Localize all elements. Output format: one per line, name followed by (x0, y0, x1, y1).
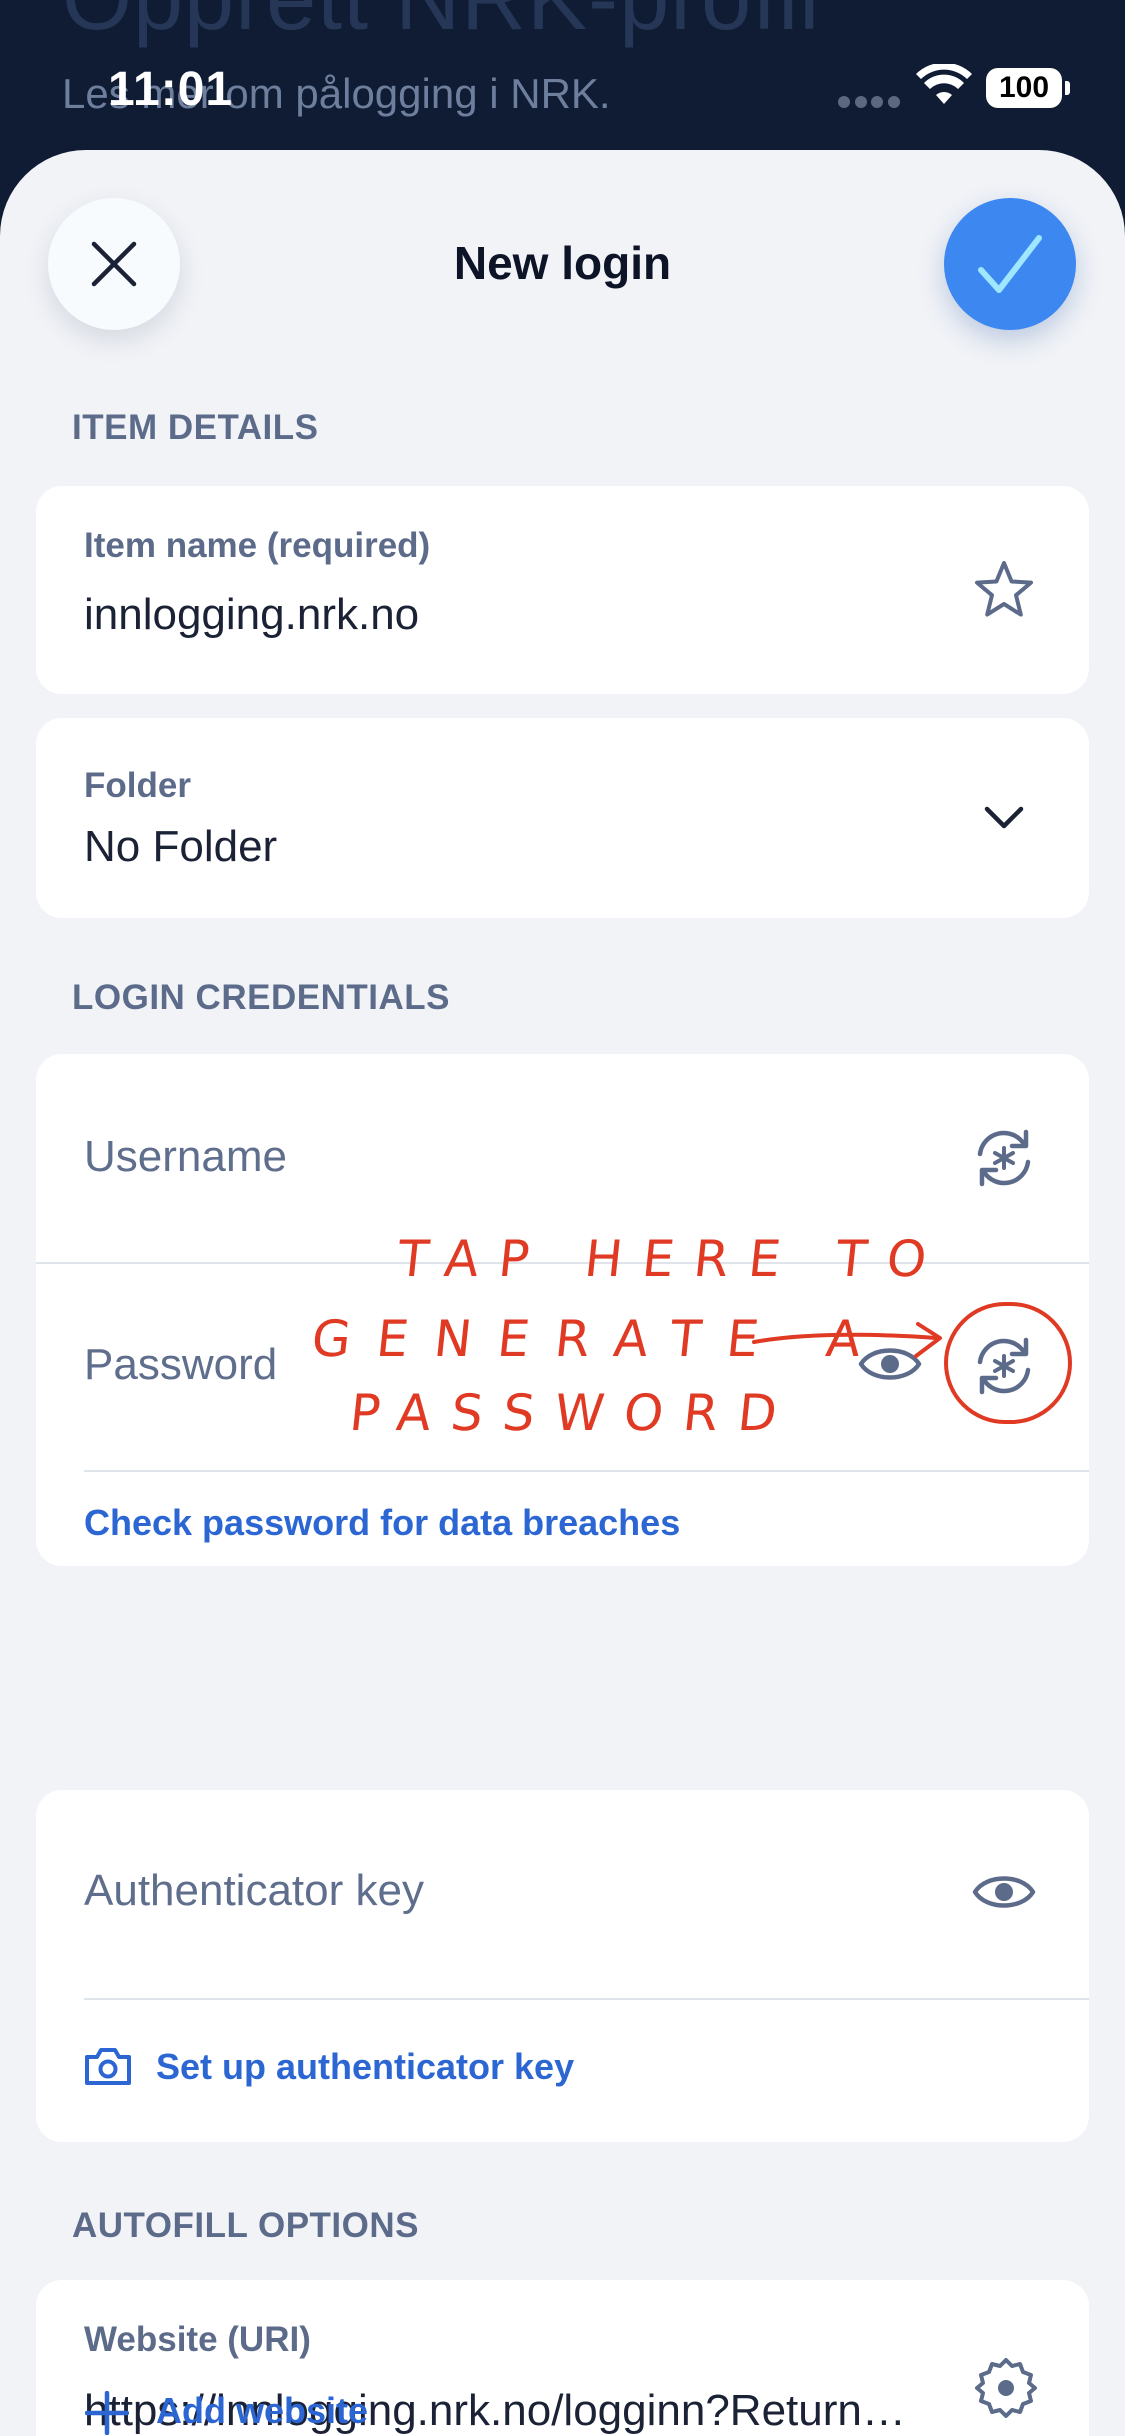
generate-username-icon[interactable] (964, 1118, 1044, 1198)
folder-value: No Folder (84, 822, 278, 871)
divider (84, 1470, 1089, 1472)
annotation-arrow (752, 1322, 942, 1358)
chevron-down-icon (976, 790, 1032, 846)
save-button[interactable] (944, 198, 1076, 330)
new-login-sheet: New login ITEM DETAILS Item name (requir… (0, 150, 1125, 2436)
checkmark-icon (978, 235, 1042, 293)
check-password-breaches-link[interactable]: Check password for data breaches (84, 1502, 680, 1544)
section-header-item-details: ITEM DETAILS (72, 408, 319, 447)
background-page-title: Opprett NRK-profil (62, 0, 820, 51)
section-header-login-credentials: LOGIN CREDENTIALS (72, 978, 450, 1017)
username-input[interactable]: Username (84, 1132, 287, 1182)
show-authenticator-key-icon[interactable] (964, 1852, 1044, 1932)
section-header-autofill-options: AUTOFILL OPTIONS (72, 2206, 419, 2245)
annotation-line-1: TAP HERE TO (394, 1230, 950, 1288)
add-website-link[interactable]: Add website (156, 2390, 368, 2432)
camera-icon (80, 2038, 136, 2094)
item-name-value[interactable]: innlogging.nrk.no (84, 590, 419, 640)
status-time: 11:01 (108, 63, 234, 116)
set-up-authenticator-key-link[interactable]: Set up authenticator key (156, 2046, 574, 2088)
folder-select[interactable]: Folder No Folder (36, 718, 1089, 918)
folder-label: Folder (84, 766, 191, 805)
gear-icon[interactable] (968, 2350, 1044, 2426)
website-uri-label: Website (URI) (84, 2320, 311, 2359)
divider (84, 1998, 1089, 2000)
item-name-label: Item name (required) (84, 526, 431, 565)
password-input[interactable]: Password (84, 1340, 277, 1390)
authenticator-key-input[interactable]: Authenticator key (84, 1866, 424, 1916)
cellular-signal-icon (838, 96, 900, 108)
wifi-icon (916, 64, 972, 104)
authenticator-card: Authenticator key Set up authenticator k… (36, 1790, 1089, 2142)
star-icon[interactable] (966, 552, 1042, 628)
annotation-circle (944, 1302, 1072, 1424)
plus-icon (82, 2388, 132, 2436)
battery-indicator: 100 (986, 68, 1070, 108)
annotation-line-3: PASSWORD (346, 1384, 800, 1442)
item-name-field[interactable]: Item name (required) innlogging.nrk.no (36, 486, 1089, 694)
